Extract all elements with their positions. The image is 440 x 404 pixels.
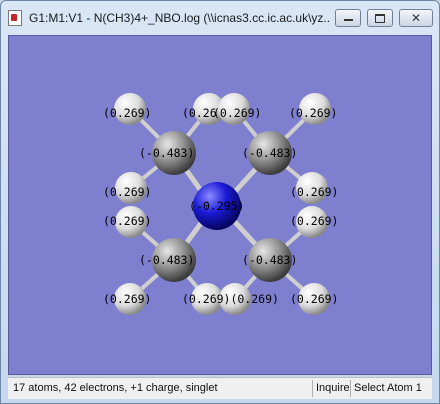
charge-label-h-truncated: (0.26 [182, 106, 217, 120]
selection-status[interactable]: Select Atom 1 [354, 382, 422, 394]
charge-label-c: (-0.483) [242, 253, 297, 267]
charge-label-h: (0.269) [290, 214, 338, 228]
status-bar: 17 atoms, 42 electrons, +1 charge, singl… [8, 377, 432, 399]
charge-label-h: (0.269) [103, 185, 151, 199]
charge-labels: (0.269) (0.26 (0.269) (0.269) (-0.483) (… [103, 106, 338, 306]
close-icon: ✕ [410, 11, 422, 25]
maximize-icon [375, 13, 385, 23]
title-bar[interactable]: G1:M1:V1 - N(CH3)4+_NBO.log (\\icnas3.cc… [1, 1, 439, 35]
app-window: G1:M1:V1 - N(CH3)4+_NBO.log (\\icnas3.cc… [0, 0, 440, 404]
status-divider [312, 380, 313, 397]
molecule-viewport[interactable]: (0.269) (0.26 (0.269) (0.269) (-0.483) (… [8, 35, 432, 375]
charge-label-h: (0.269) [103, 106, 151, 120]
charge-label-n: (-0.295) [189, 199, 244, 213]
charge-label-h-pair: (0.269)(0.269) [182, 292, 279, 306]
window-title: G1:M1:V1 - N(CH3)4+_NBO.log (\\icnas3.cc… [29, 11, 329, 25]
charge-label-h: (0.269) [213, 106, 261, 120]
charge-label-h: (0.269) [103, 214, 151, 228]
status-divider [350, 380, 351, 397]
mouse-mode[interactable]: Inquire [316, 382, 350, 394]
charge-label-h: (0.269) [290, 185, 338, 199]
charge-label-c: (-0.483) [242, 146, 297, 160]
gaussview-app-icon[interactable] [8, 10, 22, 26]
charge-label-c: (-0.483) [139, 146, 194, 160]
charge-label-h: (0.269) [290, 292, 338, 306]
charge-label-h: (0.269) [289, 106, 337, 120]
minimize-icon [343, 19, 353, 21]
molecule-view[interactable]: (0.269) (0.26 (0.269) (0.269) (-0.483) (… [9, 36, 431, 374]
charge-label-c: (-0.483) [139, 253, 194, 267]
molecule-summary: 17 atoms, 42 electrons, +1 charge, singl… [13, 382, 218, 394]
charge-label-h: (0.269) [103, 292, 151, 306]
minimize-button[interactable] [335, 9, 361, 27]
close-button[interactable]: ✕ [399, 9, 433, 27]
maximize-button[interactable] [367, 9, 393, 27]
